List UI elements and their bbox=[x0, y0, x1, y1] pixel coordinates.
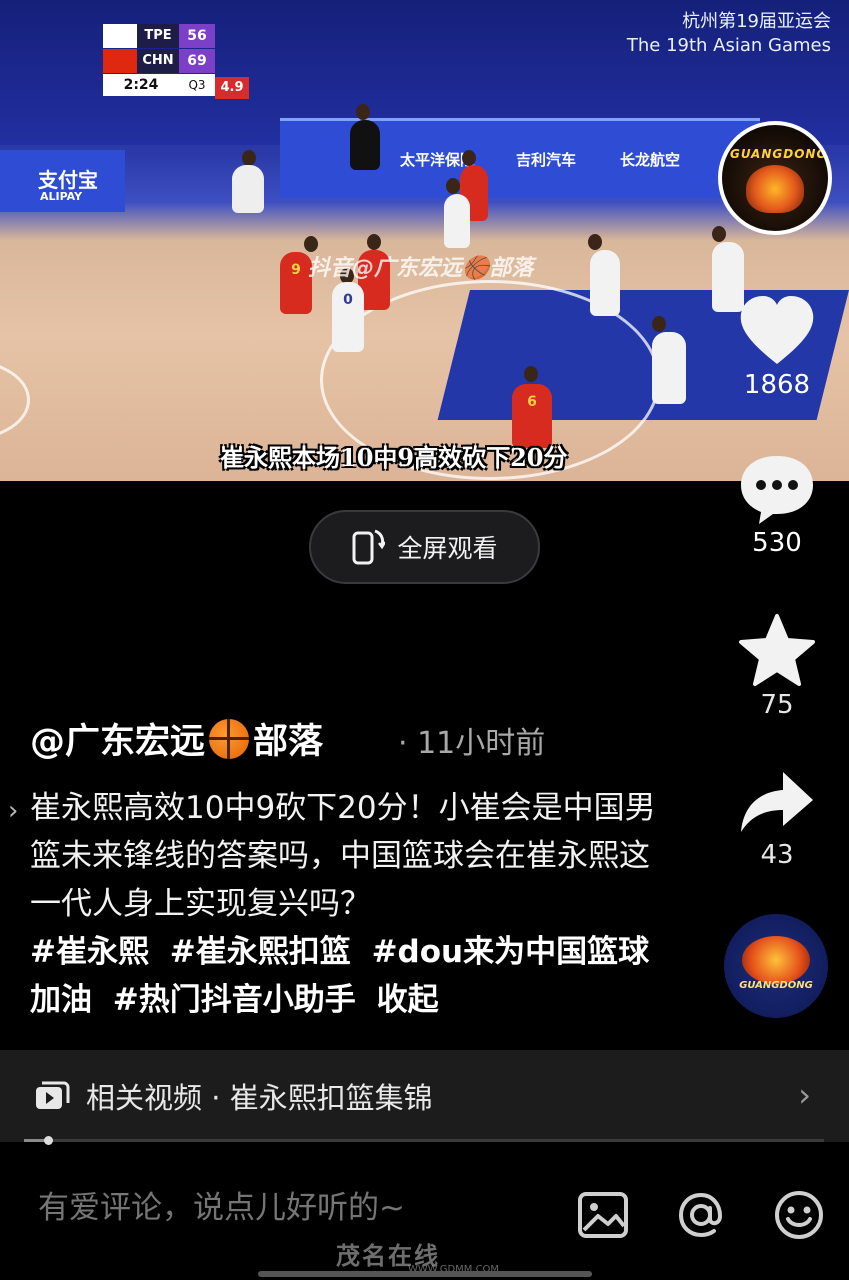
event-title-en: The 19th Asian Games bbox=[626, 35, 831, 57]
team2-score: 69 bbox=[179, 49, 215, 73]
chn-flag-icon bbox=[103, 49, 137, 73]
favorite-button[interactable]: 75 bbox=[725, 612, 829, 720]
hashtag-list: #崔永熙 #崔永熙扣篮 #dou来为中国篮球加油 #热门抖音小助手 收起 bbox=[30, 928, 670, 1024]
progress-handle[interactable] bbox=[44, 1136, 53, 1145]
related-videos-label: 相关视频 · 崔永熙扣篮集锦 bbox=[86, 1081, 433, 1115]
tpe-flag-icon bbox=[103, 24, 137, 48]
video-caption: 崔永熙本场10中9高效砍下20分 bbox=[220, 443, 568, 472]
tiger-logo-icon bbox=[742, 936, 810, 984]
shot-clock: 4.9 bbox=[215, 77, 249, 99]
comment-bubble-icon bbox=[741, 456, 813, 524]
referee bbox=[232, 165, 264, 213]
team1-score: 56 bbox=[179, 24, 215, 48]
quarter-label: Q3 bbox=[179, 74, 215, 96]
referee bbox=[350, 120, 380, 170]
home-indicator[interactable] bbox=[258, 1271, 592, 1277]
like-count: 1868 bbox=[743, 370, 811, 400]
player-white bbox=[590, 250, 620, 316]
fullscreen-label: 全屏观看 bbox=[397, 534, 498, 563]
author-name-suffix: 部落 bbox=[253, 722, 324, 762]
emoji-icon[interactable] bbox=[772, 1188, 826, 1242]
related-videos-bar[interactable]: 相关视频 · 崔永熙扣篮集锦 › bbox=[0, 1050, 849, 1142]
player-white bbox=[652, 332, 686, 404]
favorite-count: 75 bbox=[760, 690, 794, 720]
post-timestamp: · 11小时前 bbox=[398, 726, 546, 761]
author-name[interactable]: @广东宏远 部落 bbox=[30, 713, 323, 764]
scoreboard: TPE 56 CHN 69 2:24 Q3 bbox=[103, 24, 215, 96]
basketball-icon bbox=[209, 718, 250, 759]
collapse-button[interactable]: 收起 bbox=[377, 982, 439, 1018]
post-description: 崔永熙高效10中9砍下20分！小崔会是中国男篮未来锋线的答案吗，中国篮球会在崔永… bbox=[30, 790, 656, 922]
team1-name: TPE bbox=[137, 24, 179, 48]
comment-input[interactable] bbox=[38, 1190, 538, 1226]
video-progress-bar[interactable] bbox=[24, 1136, 824, 1145]
loongair-label: 长龙航空 bbox=[620, 151, 681, 169]
video-player[interactable]: 杭州第19届亚运会 The 19th Asian Games 支付宝 ALIPA… bbox=[0, 0, 849, 481]
court-circle bbox=[0, 360, 30, 440]
hashtag[interactable]: #崔永熙扣篮 bbox=[170, 934, 351, 970]
heart-icon bbox=[740, 296, 814, 364]
share-button[interactable]: 43 bbox=[725, 768, 829, 870]
comment-count: 530 bbox=[752, 528, 802, 558]
at-mention-icon[interactable] bbox=[674, 1188, 728, 1242]
image-icon[interactable] bbox=[576, 1188, 630, 1242]
like-button[interactable]: 1868 bbox=[725, 294, 829, 400]
fullscreen-button[interactable]: 全屏观看 bbox=[309, 510, 540, 584]
geely-label: 吉利汽车 bbox=[516, 151, 577, 169]
event-title-cn: 杭州第19届亚运会 bbox=[682, 11, 831, 32]
video-watermark: 抖音@广东宏远🏀部落 bbox=[308, 256, 534, 281]
event-title: 杭州第19届亚运会 The 19th Asian Games bbox=[627, 10, 831, 59]
alipay-label-en: ALIPAY bbox=[40, 190, 83, 203]
music-disc-avatar[interactable]: GUANGDONG bbox=[724, 914, 828, 1018]
alipay-banner: 支付宝 ALIPAY bbox=[0, 150, 125, 212]
comment-button[interactable]: 530 bbox=[725, 452, 829, 558]
author-name-text: @广东宏远 bbox=[30, 722, 206, 762]
disc-logo-text: GUANGDONG bbox=[739, 980, 813, 991]
share-arrow-icon bbox=[741, 772, 813, 832]
chevron-right-icon[interactable]: › bbox=[8, 796, 18, 826]
author-avatar[interactable]: GUANGDONG bbox=[718, 121, 832, 235]
game-clock: 2:24 bbox=[103, 74, 179, 96]
video-collection-icon bbox=[36, 1081, 70, 1109]
chevron-right-icon: › bbox=[798, 1076, 811, 1114]
hashtag[interactable]: #崔永熙 bbox=[30, 934, 149, 970]
avatar-logo-text: GUANGDONG bbox=[730, 147, 828, 161]
player-white bbox=[444, 194, 470, 248]
share-count: 43 bbox=[760, 840, 794, 870]
alipay-label: 支付宝 bbox=[38, 168, 98, 192]
player-white: 0 bbox=[332, 282, 364, 352]
tiger-logo-icon bbox=[746, 165, 804, 213]
hashtag[interactable]: #热门抖音小助手 bbox=[113, 982, 356, 1018]
star-icon bbox=[739, 614, 815, 686]
team2-name: CHN bbox=[137, 49, 179, 73]
rotate-phone-icon bbox=[352, 529, 386, 565]
